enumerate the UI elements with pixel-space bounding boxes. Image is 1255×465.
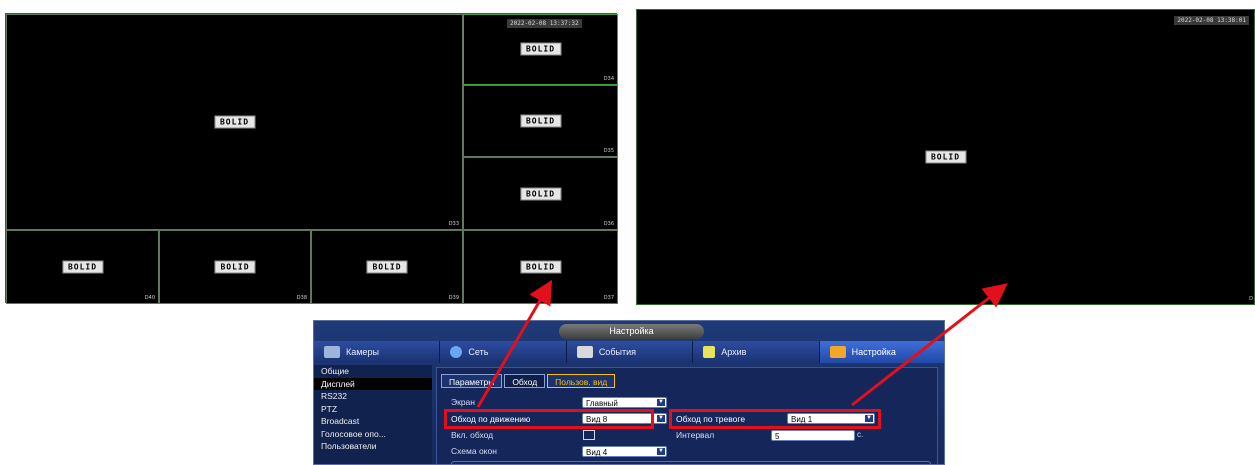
single-view[interactable]: 2022-02-08 13:38:01 BOLID D	[636, 9, 1255, 305]
sub-tab-bar: Параметры Обход Пользов. вид	[441, 374, 617, 388]
tab-label: Настройка	[851, 347, 896, 357]
window-title: Настройка	[559, 324, 704, 339]
sidebar-item-voice[interactable]: Голосовое опо...	[314, 428, 432, 441]
channel-cell-d39[interactable]: BOLID D39	[311, 230, 463, 304]
channel-label: D40	[144, 295, 155, 301]
channel-cell-d35[interactable]: BOLID D35	[463, 85, 618, 157]
bolid-logo: BOLID	[519, 42, 562, 56]
channel-label: D35	[603, 148, 614, 154]
channel-cell-d34[interactable]: 2022-02-08 13:37:32 BOLID D34	[463, 14, 618, 85]
interval-label: Интервал	[676, 430, 715, 440]
layout-label: Схема окон	[451, 446, 497, 456]
interval-unit: с.	[857, 430, 864, 439]
list-header	[451, 461, 931, 464]
bolid-logo: BOLID	[519, 260, 562, 274]
tab-label: Архив	[721, 347, 747, 357]
channel-label: D33	[448, 221, 459, 227]
sidebar-item-users[interactable]: Пользователи	[314, 440, 432, 453]
sidebar-item-broadcast[interactable]: Broadcast	[314, 415, 432, 428]
bolid-logo: BOLID	[519, 114, 562, 128]
sidebar-item-display[interactable]: Дисплей	[314, 377, 432, 390]
events-icon	[576, 346, 593, 358]
chevron-down-icon: ▼	[657, 399, 665, 406]
channel-label: D34	[603, 76, 614, 82]
sidebar-item-rs232[interactable]: RS232	[314, 390, 432, 403]
timestamp-overlay: 2022-02-08 13:38:01	[1174, 16, 1249, 25]
channel-label: D36	[603, 221, 614, 227]
enable-tour-checkbox[interactable]	[583, 430, 595, 440]
channel-cell-d36[interactable]: BOLID D36	[463, 157, 618, 230]
channel-label: D39	[448, 295, 459, 301]
tab-label: События	[598, 347, 636, 357]
motion-tour-highlight	[444, 409, 654, 429]
tab-network[interactable]: Сеть	[440, 341, 567, 363]
tab-cameras[interactable]: Камеры	[314, 341, 441, 363]
top-tab-bar: Камеры Сеть События Архив Настройка	[314, 341, 944, 363]
channel-cell-d40[interactable]: BOLID D40	[6, 230, 159, 304]
camera-icon	[324, 346, 340, 358]
interval-input[interactable]: 5	[771, 430, 855, 441]
bolid-logo: BOLID	[366, 260, 408, 274]
settings-window: Настройка Камеры Сеть События Архив Наст…	[313, 320, 945, 465]
settings-sidebar: Общие Дисплей RS232 PTZ Broadcast Голосо…	[314, 365, 432, 464]
screen-value: Главный	[586, 399, 618, 408]
archive-icon	[703, 346, 716, 358]
screen-select[interactable]: Главный ▼	[582, 397, 667, 408]
screen-label: Экран	[451, 397, 475, 407]
multi-view-grid: BOLID D33 2022-02-08 13:37:32 BOLID D34 …	[5, 13, 618, 304]
tab-events[interactable]: События	[566, 341, 694, 363]
channel-cell-d37[interactable]: BOLID D37	[463, 230, 618, 304]
layout-value: Вид 4	[586, 448, 608, 457]
bolid-logo: BOLID	[214, 260, 256, 274]
tab-tour[interactable]: Обход	[504, 374, 546, 388]
chevron-down-icon: ▼	[657, 415, 665, 422]
channel-label: D38	[296, 295, 307, 301]
bolid-logo: BOLID	[519, 187, 562, 200]
bolid-logo: BOLID	[61, 260, 104, 274]
settings-icon	[829, 346, 846, 358]
enable-tour-label: Вкл. обход	[451, 430, 494, 440]
tab-label: Камеры	[346, 347, 379, 357]
tab-parameters[interactable]: Параметры	[441, 374, 503, 388]
channel-label: D	[1249, 296, 1253, 302]
network-icon	[450, 346, 463, 358]
chevron-down-icon: ▼	[657, 448, 665, 455]
sidebar-item-ptz[interactable]: PTZ	[314, 403, 432, 416]
interval-value: 5	[775, 432, 780, 441]
channel-cell-d33[interactable]: BOLID D33	[6, 14, 463, 230]
channel-cell-d38[interactable]: BOLID D38	[159, 230, 311, 304]
bolid-logo: BOLID	[213, 115, 256, 129]
alarm-tour-highlight	[669, 409, 881, 429]
sidebar-item-general[interactable]: Общие	[314, 365, 432, 378]
tab-custom-view[interactable]: Пользов. вид	[547, 374, 616, 388]
layout-select[interactable]: Вид 4 ▼	[582, 446, 667, 457]
display-settings-panel: Параметры Обход Пользов. вид Экран Главн…	[436, 367, 938, 464]
bolid-logo: BOLID	[924, 150, 967, 164]
tab-archive[interactable]: Архив	[693, 341, 820, 363]
tab-label: Сеть	[468, 347, 489, 357]
tab-settings[interactable]: Настройка	[819, 341, 944, 363]
channel-label: D37	[603, 295, 614, 301]
timestamp-overlay: 2022-02-08 13:37:32	[507, 19, 582, 28]
